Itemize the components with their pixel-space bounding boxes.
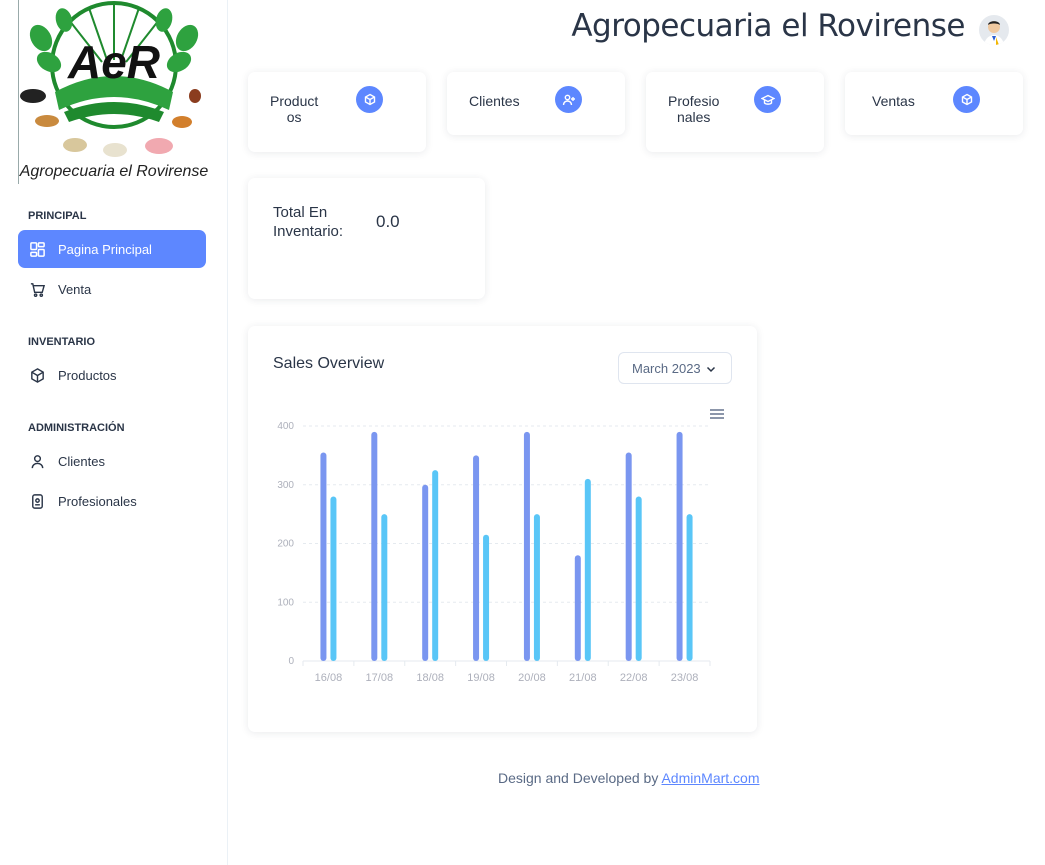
y-tick-label: 400 [277,421,294,432]
stat-label: Clientes [469,93,520,109]
stat-label: Ventas [872,93,915,109]
dashboard-icon [28,240,46,258]
inventory-label: Total En [273,204,328,221]
stat-label: Product [270,93,319,109]
stat-card-productos[interactable]: Product os [248,72,426,152]
sales-overview-card: Sales Overview March 2023 0 100 200 300 400 1… [248,326,757,732]
stat-label: nales [676,109,711,125]
bar [574,555,581,661]
bar [635,496,642,661]
nav-section-inventario: INVENTARIO [28,336,96,348]
sidebar-item-clientes[interactable]: Clientes [18,442,206,480]
x-tick-label: 23/08 [671,672,699,684]
stat-card-ventas[interactable]: Ventas [845,72,1023,135]
bar [330,496,337,661]
y-tick-label: 300 [277,480,294,491]
sidebar-item-profesionales[interactable]: Profesionales [18,482,206,520]
sidebar: AeR Agropecuaria el Rovirense PRINCIPAL … [0,0,228,865]
logo-text: Agropecuaria el Rovirense [19,163,208,180]
x-tick-label: 22/08 [620,672,648,684]
y-tick-label: 200 [277,539,294,550]
x-tick-label: 17/08 [366,672,394,684]
bar [676,431,683,661]
stat-card-clientes[interactable]: Clientes [447,72,625,135]
cart-icon [28,280,46,298]
sidebar-item-label: Clientes [58,453,105,469]
graduation-cap-icon [754,86,781,113]
avatar[interactable] [979,15,1009,45]
sidebar-item-label: Venta [58,281,92,297]
box-icon [28,366,46,384]
nav-section-administracion: ADMINISTRACIÓN [28,422,125,434]
x-tick-label: 16/08 [315,672,343,684]
menu-icon[interactable] [710,408,724,420]
bar [625,452,632,661]
footer-link[interactable]: AdminMart.com [661,770,759,786]
sidebar-item-label: Profesionales [58,493,137,509]
cube-icon [953,86,980,113]
bar [320,452,327,661]
bar [523,431,530,661]
bar [533,514,540,661]
sidebar-item-productos[interactable]: Productos [18,356,206,394]
month-select-value: March 2023 [632,360,701,376]
x-tick-label: 19/08 [467,672,495,684]
user-icon [28,452,46,470]
x-tick-label: 20/08 [518,672,546,684]
inventory-card: Total En Inventario: 0.0 [248,178,485,299]
stat-card-profesionales[interactable]: Profesio nales [646,72,824,152]
bar [381,514,388,661]
y-tick-label: 100 [277,597,294,608]
bar [584,478,591,661]
footer: Design and Developed by AdminMart.com [498,770,760,786]
bar [473,455,480,661]
bar [686,514,693,661]
x-tick-label: 18/08 [416,672,444,684]
y-tick-label: 0 [288,656,294,667]
user-plus-icon [555,86,582,113]
id-badge-icon [28,492,46,510]
sidebar-item-pagina-principal[interactable]: Pagina Principal [18,230,206,268]
svg-text:AeR: AeR [67,36,160,88]
stat-label: os [286,109,302,125]
nav-section-principal: PRINCIPAL [28,210,87,222]
stat-label: Profesio [668,93,720,109]
brand-logo[interactable]: AeR Agropecuaria el Rovirense [18,0,208,184]
page-title: Agropecuaria el Rovirense [571,8,965,44]
inventory-label: Inventario: [273,223,344,240]
bar [422,484,429,661]
x-tick-label: 21/08 [569,672,597,684]
bar [371,431,378,661]
main-content: Agropecuaria el Rovirense Product os Clie… [228,0,1045,865]
month-select[interactable]: March 2023 [618,352,732,384]
inventory-value: 0.0 [376,212,400,231]
sidebar-item-venta[interactable]: Venta [18,270,206,308]
chevron-down-icon [706,366,716,373]
bar [483,534,490,661]
sidebar-item-label: Productos [58,367,117,383]
sales-bar-chart: 0 100 200 300 400 16/08 17/08 18/08 19/08 20/08 21… [277,421,711,684]
sidebar-item-label: Pagina Principal [58,241,152,257]
footer-text: Design and Developed by [498,770,659,786]
cube-icon [356,86,383,113]
chart-title: Sales Overview [273,355,385,372]
bar [432,470,439,661]
